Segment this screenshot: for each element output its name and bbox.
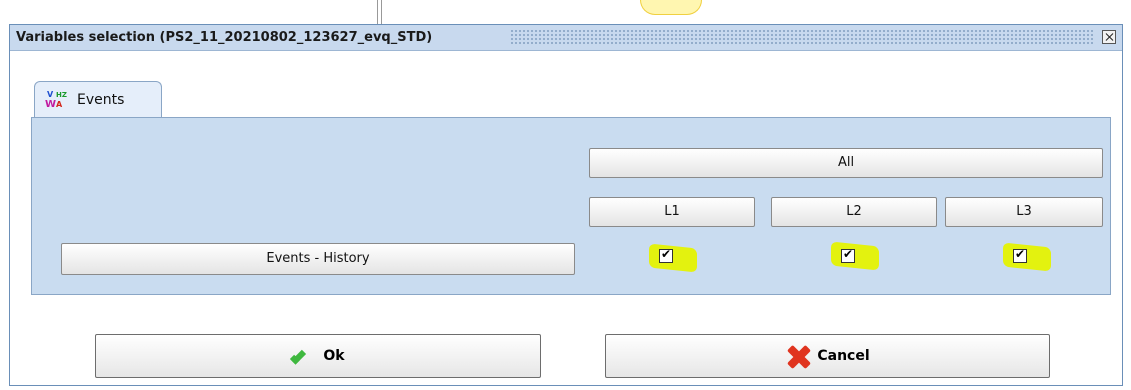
tab-events[interactable]: V HZ W A Events (34, 81, 162, 118)
l1-button[interactable]: L1 (589, 197, 755, 227)
cancel-label: Cancel (817, 348, 870, 364)
l3-highlight (1003, 242, 1051, 272)
l3-checkbox[interactable]: ✔ (1013, 247, 1027, 263)
ok-label: Ok (323, 348, 345, 364)
l1-checkbox[interactable]: ✔ (659, 247, 673, 263)
dialog-title: Variables selection (PS2_11_20210802_123… (16, 30, 433, 45)
vhzwa-icon: V HZ W A (45, 90, 67, 110)
l3-button[interactable]: L3 (945, 197, 1103, 227)
titlebar-grip (510, 29, 1094, 45)
checkmark-icon (291, 346, 317, 366)
cancel-button[interactable]: Cancel (605, 334, 1050, 378)
dialog-body: V HZ W A Events All L1 L2 L3 Events - Histo… (10, 51, 1122, 385)
variables-selection-dialog: Variables selection (PS2_11_20210802_123… (9, 24, 1123, 386)
red-x-icon (785, 344, 811, 368)
check-icon: ✔ (1015, 247, 1026, 261)
l2-highlight (831, 241, 879, 271)
check-icon: ✔ (843, 247, 854, 261)
events-panel: All L1 L2 L3 Events - History ✔ ✔ ✔ (31, 117, 1111, 295)
background-divider (377, 0, 382, 24)
background-graphic (640, 0, 702, 15)
events-history-button[interactable]: Events - History (61, 243, 575, 275)
close-icon[interactable] (1102, 30, 1116, 44)
all-button[interactable]: All (589, 148, 1103, 178)
l2-button[interactable]: L2 (771, 197, 937, 227)
ok-button[interactable]: Ok (95, 334, 541, 378)
dialog-titlebar[interactable]: Variables selection (PS2_11_20210802_123… (10, 25, 1122, 51)
background-app-strip (0, 0, 1131, 24)
l2-checkbox[interactable]: ✔ (841, 247, 855, 263)
l1-highlight (649, 243, 697, 273)
tab-events-label: Events (77, 92, 125, 108)
check-icon: ✔ (661, 247, 672, 261)
